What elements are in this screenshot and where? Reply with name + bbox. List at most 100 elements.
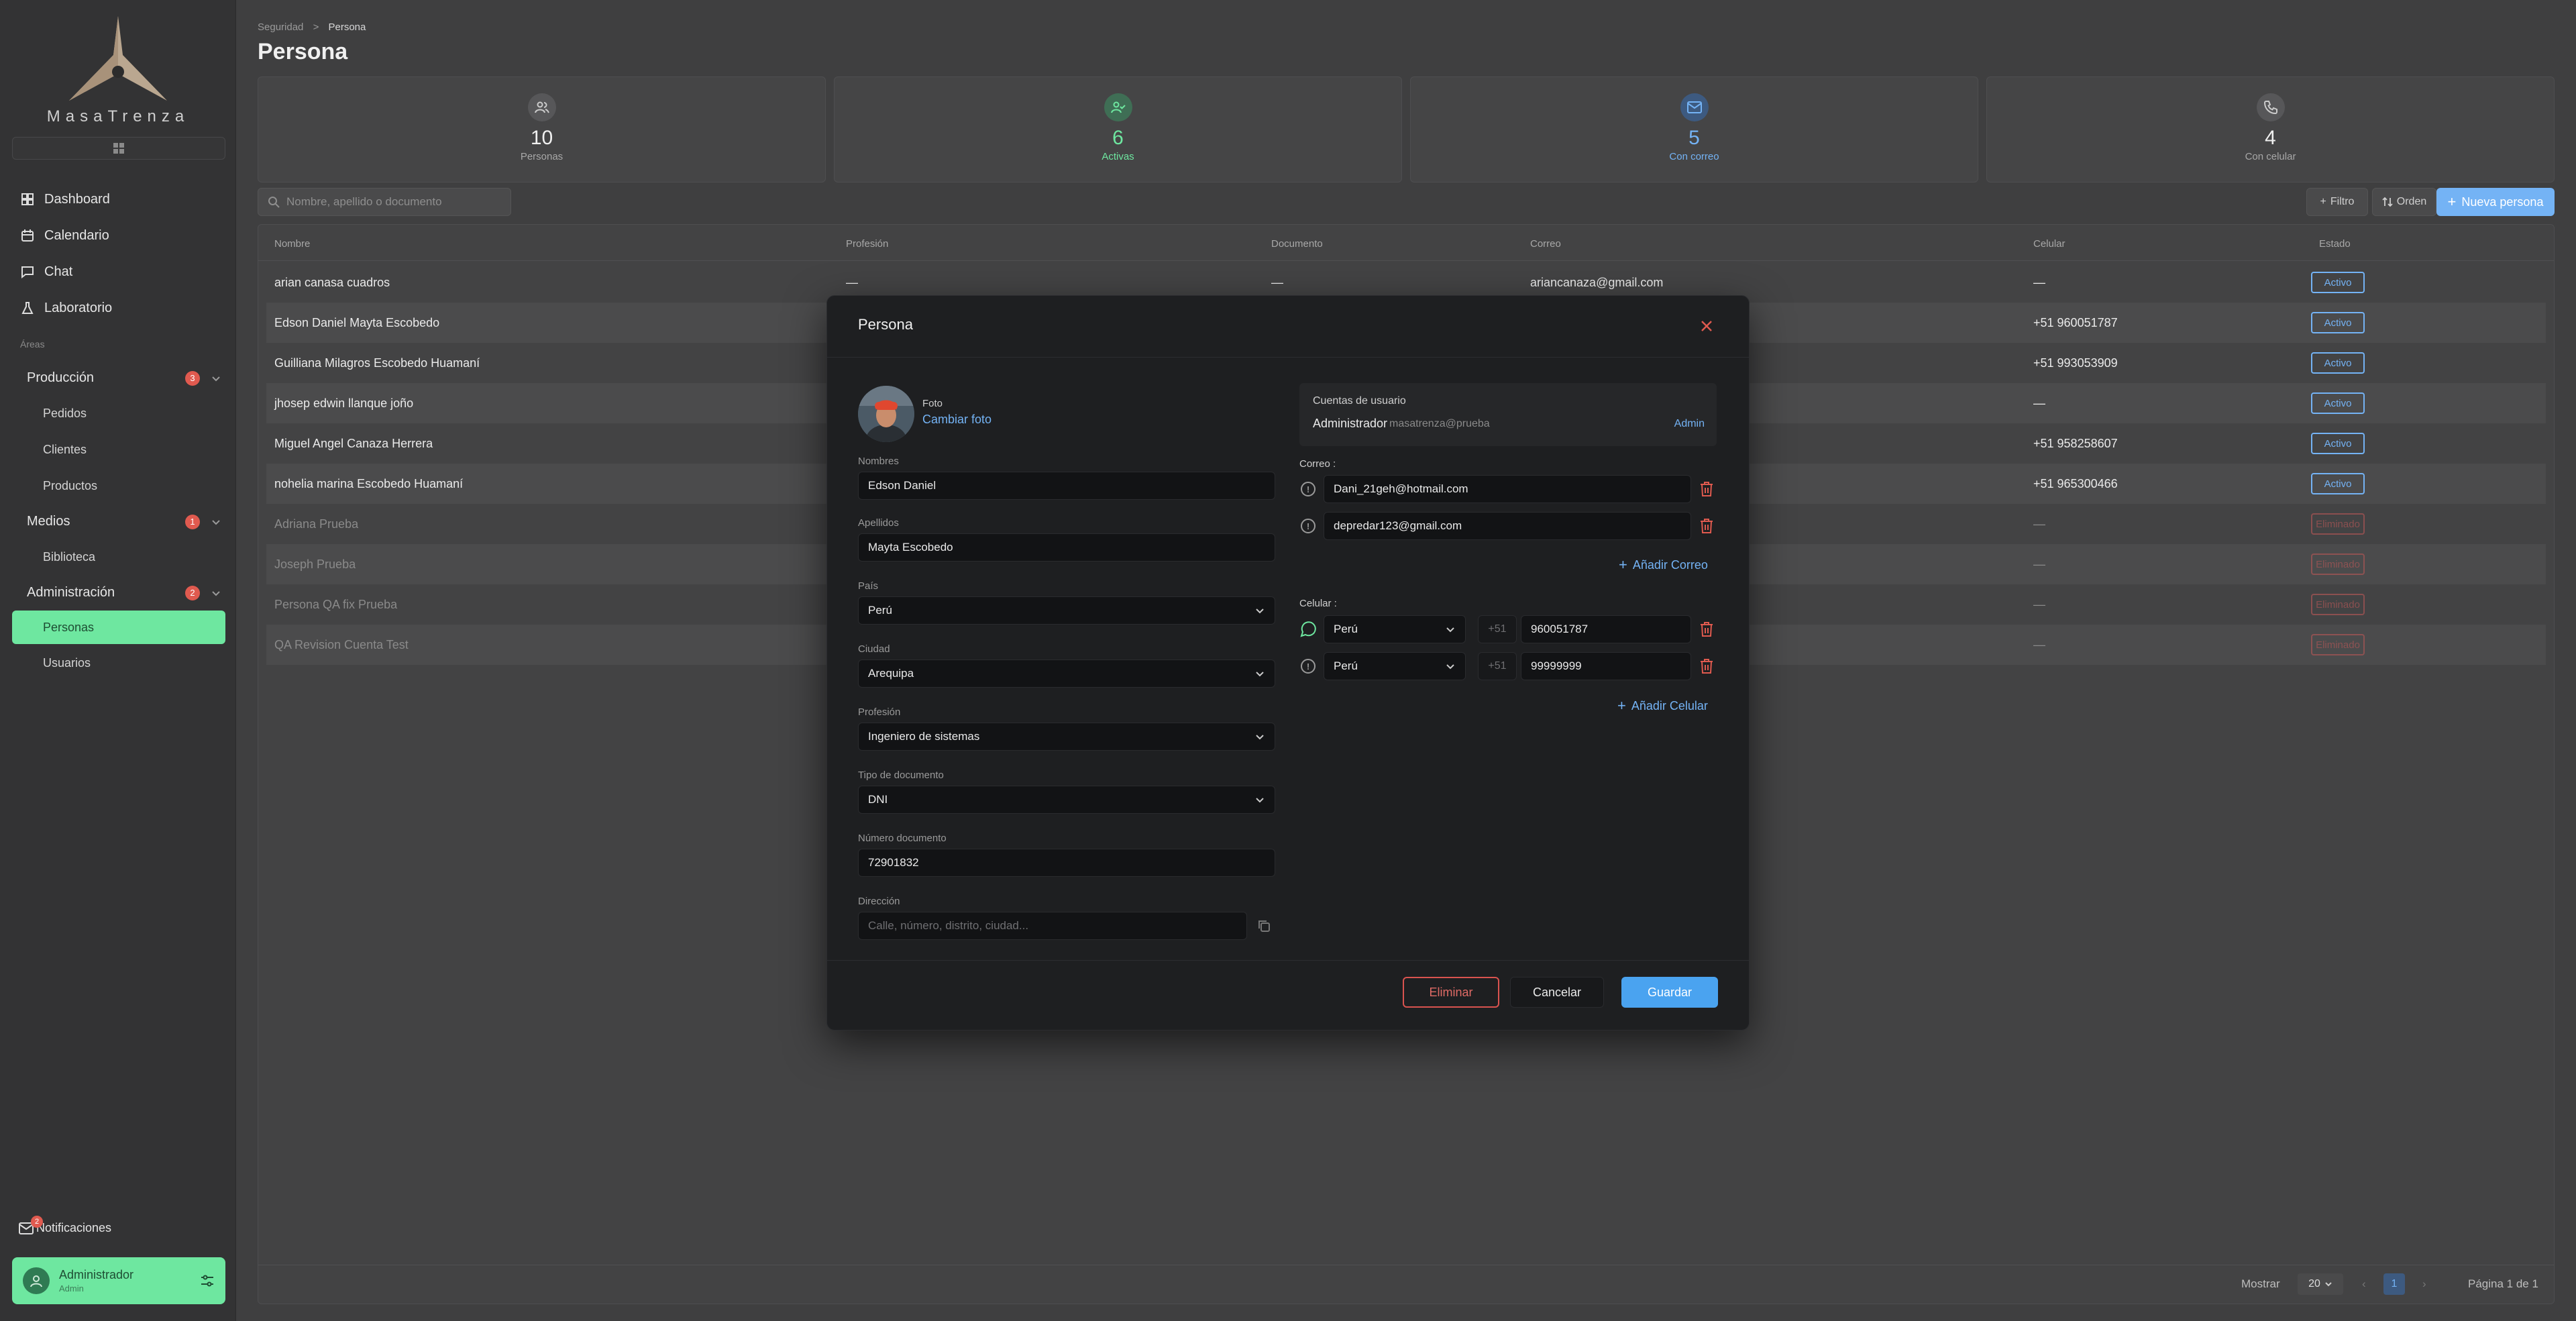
plus-icon: + xyxy=(1617,697,1626,714)
chevron-down-icon xyxy=(212,519,220,525)
add-email-button[interactable]: + Añadir Correo xyxy=(1619,556,1708,574)
email-input[interactable]: depredar123@gmail.com xyxy=(1324,512,1691,540)
page-number-button[interactable]: 1 xyxy=(2383,1273,2405,1295)
table-cell-mail: ariancanaza@gmail.com xyxy=(1530,276,1664,289)
search-box[interactable] xyxy=(258,188,511,216)
phone-country-value: Perú xyxy=(1334,623,1358,635)
notifications-button[interactable]: 2 Notificaciones xyxy=(19,1216,111,1235)
ciudad-select[interactable]: Arequipa xyxy=(858,659,1275,688)
profesion-select[interactable]: Ingeniero de sistemas xyxy=(858,723,1275,751)
cancel-button[interactable]: Cancelar xyxy=(1510,977,1604,1008)
flask-icon xyxy=(20,301,35,315)
delete-button[interactable]: Eliminar xyxy=(1403,977,1499,1008)
trash-icon[interactable] xyxy=(1699,658,1714,674)
direccion-input[interactable]: Calle, número, distrito, ciudad... xyxy=(858,912,1247,940)
search-input[interactable] xyxy=(286,195,501,209)
table-cell-cel: +51 965300466 xyxy=(2033,477,2118,490)
new-person-button[interactable]: + Nueva persona xyxy=(2436,188,2555,216)
tipo-documento-select[interactable]: DNI xyxy=(858,786,1275,814)
filter-button[interactable]: + Filtro xyxy=(2306,188,2368,216)
nav-item-dashboard[interactable]: Dashboard xyxy=(0,181,236,217)
nav-label: Laboratorio xyxy=(44,300,113,315)
next-page-button[interactable]: › xyxy=(2422,1277,2426,1291)
tipo-documento-value: DNI xyxy=(868,793,888,806)
breadcrumb-parent[interactable]: Seguridad xyxy=(258,21,303,33)
grid-icon xyxy=(113,143,124,154)
phone-country-select[interactable]: Perú xyxy=(1324,615,1466,643)
nav-item-laboratorio[interactable]: Laboratorio xyxy=(0,290,236,326)
table-cell-cel: +51 960051787 xyxy=(2033,316,2118,329)
pais-select[interactable]: Perú xyxy=(858,596,1275,625)
group-label: Producción xyxy=(27,370,95,385)
numero-documento-input[interactable]: 72901832 xyxy=(858,849,1275,877)
field-label: Nombres xyxy=(858,456,899,467)
field-label: Número documento xyxy=(858,833,947,844)
sidebar-item-usuarios[interactable]: Usuarios xyxy=(43,656,91,670)
apellidos-input[interactable]: Mayta Escobedo xyxy=(858,533,1275,562)
modal-header: Persona xyxy=(827,296,1749,358)
table-cell-cel: — xyxy=(2033,558,2045,571)
stat-value: 4 xyxy=(2265,127,2276,149)
stat-card-personas: 10 Personas xyxy=(258,76,826,182)
group-medios[interactable]: Medios 1 xyxy=(27,514,221,529)
sidebar-item-biblioteca[interactable]: Biblioteca xyxy=(43,550,95,564)
status-badge: Eliminado xyxy=(2311,553,2365,575)
phone-prefix: +51 xyxy=(1478,615,1517,643)
email-input[interactable]: Dani_21geh@hotmail.com xyxy=(1324,475,1691,503)
change-photo-link[interactable]: Cambiar foto xyxy=(922,413,991,427)
calendar-icon xyxy=(20,228,35,243)
table-footer: Mostrar 20 ‹ 1 › Página 1 de 1 xyxy=(258,1265,2554,1304)
table-cell-cel: — xyxy=(2033,397,2045,410)
group-administracion[interactable]: Administración 2 xyxy=(27,585,221,600)
group-produccion[interactable]: Producción 3 xyxy=(27,370,221,386)
phone-number-input[interactable]: 960051787 xyxy=(1521,615,1691,643)
nav-label: Chat xyxy=(44,264,73,279)
brand-logo[interactable]: MasaTrenza xyxy=(0,15,236,129)
collapse-sidebar-button[interactable] xyxy=(12,137,225,160)
user-card[interactable]: Administrador Admin xyxy=(12,1257,225,1304)
user-icon xyxy=(30,1275,42,1287)
nombres-input[interactable]: Edson Daniel xyxy=(858,472,1275,500)
add-phone-button[interactable]: + Añadir Celular xyxy=(1617,697,1708,715)
add-email-label: Añadir Correo xyxy=(1632,558,1708,572)
nav-item-calendario[interactable]: Calendario xyxy=(0,217,236,254)
nav-item-chat[interactable]: Chat xyxy=(0,254,236,290)
table-cell-cel: — xyxy=(2033,517,2045,531)
trash-icon[interactable] xyxy=(1699,518,1714,534)
celular-label: Celular : xyxy=(1299,598,1337,609)
account-role-link[interactable]: Admin xyxy=(1674,418,1705,430)
photo-label: Foto xyxy=(922,398,943,409)
settings-sliders-icon[interactable] xyxy=(200,1273,215,1288)
chevron-down-icon xyxy=(212,590,220,596)
save-button[interactable]: Guardar xyxy=(1621,977,1718,1008)
table-cell-name: Edson Daniel Mayta Escobedo xyxy=(274,316,440,329)
status-badge: Activo xyxy=(2311,272,2365,293)
sidebar-item-personas[interactable]: Personas xyxy=(12,611,225,644)
phone-country-value: Perú xyxy=(1334,659,1358,672)
count-badge: 1 xyxy=(185,514,200,529)
phone-country-select[interactable]: Perú xyxy=(1324,652,1466,680)
trash-icon[interactable] xyxy=(1699,481,1714,497)
ciudad-value: Arequipa xyxy=(868,667,914,680)
sidebar-item-productos[interactable]: Productos xyxy=(43,479,97,493)
page-size-select[interactable]: 20 xyxy=(2298,1273,2343,1295)
field-label: Dirección xyxy=(858,896,900,907)
chevron-down-icon xyxy=(1256,798,1264,803)
prev-page-button[interactable]: ‹ xyxy=(2362,1277,2366,1291)
order-button[interactable]: Orden xyxy=(2372,188,2436,216)
status-badge: Eliminado xyxy=(2311,513,2365,535)
stat-value: 5 xyxy=(1688,127,1700,149)
close-button[interactable] xyxy=(1697,316,1717,336)
avatar xyxy=(23,1267,50,1294)
notifications-badge: 2 xyxy=(31,1216,43,1228)
phone-number-input[interactable]: 99999999 xyxy=(1521,652,1691,680)
sidebar-item-pedidos[interactable]: Pedidos xyxy=(43,407,87,421)
sidebar-item-clientes[interactable]: Clientes xyxy=(43,443,87,457)
table-cell-name: QA Revision Cuenta Test xyxy=(274,638,409,651)
trash-icon[interactable] xyxy=(1699,621,1714,637)
table-cell-name: Guilliana Milagros Escobedo Huamaní xyxy=(274,356,480,370)
copy-icon[interactable] xyxy=(1256,918,1271,933)
nav-label: Calendario xyxy=(44,227,109,243)
phone-prefix: +51 xyxy=(1478,652,1517,680)
page-info: Página 1 de 1 xyxy=(2468,1277,2538,1290)
